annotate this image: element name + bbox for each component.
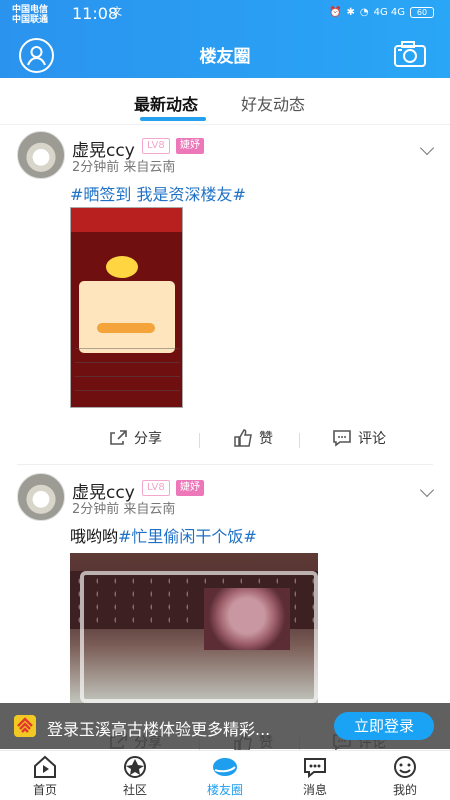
active-tab-indicator xyxy=(140,117,206,121)
tab-friends[interactable]: 好友动态 xyxy=(241,91,305,115)
wifi-icon: ◔ xyxy=(359,6,369,18)
camera-icon xyxy=(394,41,426,67)
page-title: 楼友圈 xyxy=(199,47,251,67)
carrier-info: 中国电信 中国联通 xyxy=(12,5,48,25)
share-icon xyxy=(110,430,127,445)
bottom-nav-label: 消息 xyxy=(302,783,327,797)
post-content: 哦哟哟#忙里偷闲干个饭# xyxy=(70,523,257,547)
comment-icon xyxy=(333,430,351,447)
feed-post: 虚晃ccy LV8 婕妤 2分钟前 来自云南 #晒签到 我是资深楼友# 分享 赞 xyxy=(0,126,450,466)
bottom-nav-label: 首页 xyxy=(32,783,57,797)
status-icons: ⏰ ✱ ◔ 4G 4G 60 xyxy=(329,7,434,18)
carrier-2: 中国联通 xyxy=(12,15,49,25)
food-photo-image[interactable] xyxy=(70,553,318,703)
message-icon xyxy=(304,758,326,779)
feed-post: 虚晃ccy LV8 婕妤 2分钟前 来自云南 哦哟哟#忙里偷闲干个饭# 分享 赞 xyxy=(0,468,450,752)
role-badge: 婕妤 xyxy=(176,480,204,496)
comment-label: 评论 xyxy=(358,431,386,447)
signal-text: 4G 4G xyxy=(373,6,405,18)
level-badge: LV8 xyxy=(142,480,170,496)
post-meta: 2分钟前 来自云南 xyxy=(72,502,176,517)
status-time-suffix: 文 xyxy=(112,7,122,18)
smile-profile-icon xyxy=(394,756,416,778)
action-divider xyxy=(299,433,300,448)
action-divider xyxy=(199,433,200,448)
chat-planet-icon xyxy=(213,758,237,776)
post-topic[interactable]: #晒签到 我是资深楼友# xyxy=(70,181,246,205)
camera-button[interactable] xyxy=(393,40,427,69)
login-banner: 登录玉溪高古楼体验更多精彩... 立即登录 xyxy=(0,703,450,749)
post-divider xyxy=(17,464,433,465)
image-list-lines xyxy=(75,348,180,403)
share-label: 分享 xyxy=(134,431,162,447)
image-popup-button xyxy=(97,323,155,333)
role-badge: 婕妤 xyxy=(176,138,204,154)
like-label: 赞 xyxy=(259,431,273,447)
image-smile-graphic xyxy=(106,256,138,278)
app-screen: 中国电信 中国联通 11:08 文 ⏰ ✱ ◔ 4G 4G 60 楼友圈 最新动… xyxy=(0,0,450,800)
app-logo-icon xyxy=(14,715,36,737)
image-popup-card xyxy=(79,281,175,353)
top-header: 中国电信 中国联通 11:08 文 ⏰ ✱ ◔ 4G 4G 60 楼友圈 xyxy=(0,0,450,78)
bluetooth-icon: ✱ xyxy=(346,6,355,18)
status-bar: 中国电信 中国联通 11:08 文 ⏰ ✱ ◔ 4G 4G 60 xyxy=(0,0,450,30)
tab-latest[interactable]: 最新动态 xyxy=(134,91,198,115)
chevron-down-icon[interactable] xyxy=(419,140,435,156)
share-button[interactable]: 分享 xyxy=(108,428,162,448)
bottom-navigation: 首页 社区 楼友圈 消息 我的 xyxy=(0,750,450,800)
like-button[interactable]: 赞 xyxy=(233,428,273,448)
alarm-icon: ⏰ xyxy=(329,6,342,18)
post-actions: 分享 赞 评论 xyxy=(0,424,450,456)
app-logo xyxy=(14,715,36,737)
battery-icon: 60 xyxy=(410,7,434,18)
user-avatar[interactable] xyxy=(17,473,65,521)
user-avatar[interactable] xyxy=(17,131,65,179)
post-meta: 2分钟前 来自云南 xyxy=(72,160,176,175)
level-badge: LV8 xyxy=(142,138,170,154)
container-edge xyxy=(80,571,318,703)
home-icon xyxy=(34,755,56,778)
checkin-screenshot-image[interactable] xyxy=(70,207,183,408)
thumb-up-icon xyxy=(234,429,252,447)
comment-button[interactable]: 评论 xyxy=(332,428,386,448)
bottom-nav-circle[interactable]: 楼友圈 xyxy=(190,754,260,798)
bottom-nav-label: 楼友圈 xyxy=(206,783,243,797)
image-header xyxy=(71,208,182,232)
feed-tabs: 最新动态 好友动态 xyxy=(0,78,450,125)
bottom-nav-messages[interactable]: 消息 xyxy=(280,754,350,798)
bottom-nav-label: 我的 xyxy=(392,783,417,797)
community-icon xyxy=(124,756,146,778)
chevron-down-icon[interactable] xyxy=(419,482,435,498)
bottom-nav-label: 社区 xyxy=(122,783,147,797)
post-topic[interactable]: #忙里偷闲干个饭# xyxy=(118,527,257,546)
app-title-bar: 楼友圈 xyxy=(0,30,450,78)
bottom-nav-community[interactable]: 社区 xyxy=(100,754,170,798)
login-prompt-text: 登录玉溪高古楼体验更多精彩... xyxy=(47,720,271,739)
carrier-1: 中国电信 xyxy=(12,5,49,15)
login-button[interactable]: 立即登录 xyxy=(334,712,434,740)
post-text: 哦哟哟 xyxy=(70,527,119,546)
bottom-nav-profile[interactable]: 我的 xyxy=(370,754,440,798)
bottom-nav-home[interactable]: 首页 xyxy=(10,754,80,798)
